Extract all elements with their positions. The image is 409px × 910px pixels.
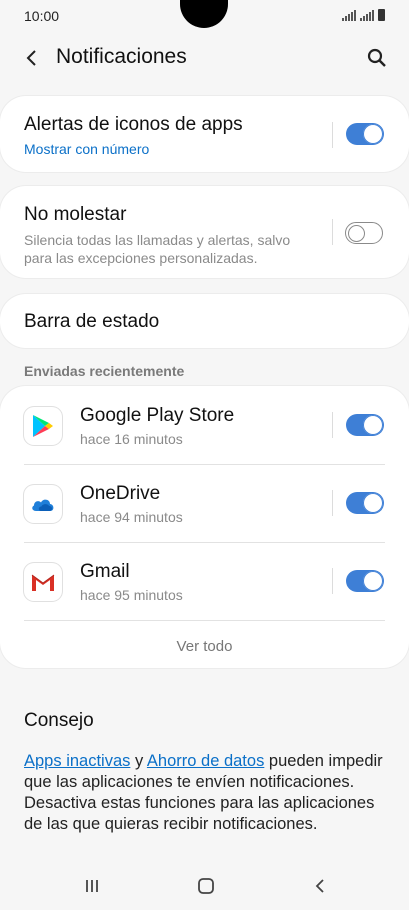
divider [332, 568, 333, 594]
page-title: Notificaciones [56, 45, 187, 68]
app-name: Google Play Store [80, 405, 235, 426]
badges-title: Alertas de iconos de apps [24, 114, 243, 135]
divider [332, 219, 333, 245]
back-button[interactable] [18, 44, 46, 72]
status-bar-card[interactable]: Barra de estado [0, 294, 409, 348]
status-time: 10:00 [24, 8, 60, 24]
gmail-toggle[interactable] [346, 570, 384, 592]
home-button[interactable] [192, 874, 220, 898]
dnd-subtitle-2: para las excepciones personalizadas. [24, 250, 258, 266]
app-time: hace 95 minutos [80, 587, 183, 603]
home-icon [198, 878, 214, 894]
status-bar-setting-title: Barra de estado [24, 311, 160, 332]
app-name: OneDrive [80, 483, 161, 504]
tip-title: Consejo [24, 710, 94, 731]
badges-toggle[interactable] [346, 123, 384, 145]
status-icons [342, 9, 385, 21]
dnd-toggle[interactable] [345, 222, 383, 244]
row-divider [24, 620, 385, 621]
search-button[interactable] [363, 44, 391, 72]
chevron-left-icon [26, 50, 36, 66]
tip-connector: y [130, 752, 147, 770]
signal-icon [342, 10, 356, 21]
status-bar: 10:00 [0, 0, 409, 32]
search-icon [367, 48, 386, 67]
divider [332, 412, 333, 438]
row-divider [24, 542, 385, 543]
view-all-button[interactable]: Ver todo [0, 638, 409, 655]
app-time: hace 16 minutos [80, 431, 183, 447]
app-icon-badges-card[interactable]: Alertas de iconos de apps Mostrar con nú… [0, 96, 409, 172]
tip-text: Apps inactivas y Ahorro de datos pueden … [24, 751, 392, 835]
back-icon [315, 879, 324, 893]
dnd-title: No molestar [24, 204, 127, 225]
app-name: Gmail [80, 561, 130, 582]
recent-apps-card: Google Play Store hace 16 minutos OneDri… [0, 386, 409, 668]
recent-section-label: Enviadas recientemente [24, 363, 185, 379]
do-not-disturb-card[interactable]: No molestar Silencia todas las llamadas … [0, 186, 409, 278]
camera-notch [180, 0, 228, 28]
recents-icon [86, 880, 98, 892]
google-play-toggle[interactable] [346, 414, 384, 436]
onedrive-toggle[interactable] [346, 492, 384, 514]
inactive-apps-link[interactable]: Apps inactivas [24, 752, 130, 770]
gmail-icon [24, 563, 62, 601]
divider [332, 122, 333, 148]
divider [332, 490, 333, 516]
google-play-icon [24, 407, 62, 445]
navigation-bar [0, 860, 409, 910]
badges-subtitle: Mostrar con número [24, 141, 150, 157]
row-divider [24, 464, 385, 465]
battery-icon [378, 9, 385, 21]
dnd-subtitle-1: Silencia todas las llamadas y alertas, s… [24, 232, 291, 248]
onedrive-icon [24, 485, 62, 523]
data-saver-link[interactable]: Ahorro de datos [147, 752, 264, 770]
app-header: Notificaciones [0, 32, 409, 84]
signal-icon-2 [360, 10, 374, 21]
recents-button[interactable] [78, 874, 106, 898]
nav-back-button[interactable] [306, 874, 334, 898]
app-time: hace 94 minutos [80, 509, 183, 525]
